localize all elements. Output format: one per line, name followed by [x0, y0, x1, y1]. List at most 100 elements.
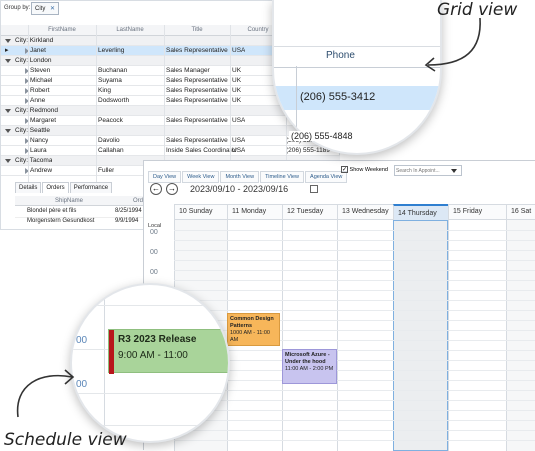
column-header-title[interactable]: Title [164, 25, 230, 36]
table-cell: Davolio [98, 137, 120, 144]
table-cell: Nancy [30, 137, 49, 144]
tab-orders[interactable]: Orders [42, 182, 69, 193]
group-label: City: Seattle [15, 127, 51, 134]
tab-week-view[interactable]: Week View [182, 171, 220, 183]
table-cell: Inside Sales Coordinator [166, 147, 238, 154]
tab-timeline-view[interactable]: Timeline View [260, 171, 305, 183]
hour-line [174, 240, 535, 241]
grid-view-arrow-icon [424, 17, 481, 72]
search-dropdown-icon[interactable] [451, 169, 457, 173]
hour-line [174, 280, 535, 281]
hour-line [174, 300, 535, 301]
table-cell: Sales Manager [166, 67, 210, 74]
detail-row[interactable]: Morgenstern Gesundkost 9/9/1994 [15, 218, 145, 228]
table-cell: USA [232, 117, 246, 124]
collapse-icon[interactable] [5, 59, 11, 63]
hour-line [174, 440, 535, 441]
appointment-common-design-patterns[interactable]: Common Design Patterns 1000 AM - 11:00 A… [227, 313, 280, 346]
detail-orderdate: 8/25/1994 [115, 208, 142, 214]
hour-line [174, 420, 535, 421]
appointment-title: R3 2023 Release [118, 334, 197, 345]
show-weekend-toggle[interactable]: ✓ Show Weekend [341, 166, 388, 173]
table-cell: Andrew [30, 167, 53, 174]
table-cell: Steven [30, 67, 51, 74]
groupby-chip-city[interactable]: City ✕ [31, 2, 60, 15]
day-column[interactable] [337, 220, 393, 451]
table-cell: USA [232, 47, 246, 54]
table-cell: UK [232, 77, 242, 84]
day-column[interactable] [393, 220, 448, 451]
appointment-r3-release[interactable]: R3 2023 Release 9:00 AM - 11:00 [108, 329, 228, 374]
table-row[interactable]: Laura Callahan Inside Sales Coordinator USA… [1, 146, 340, 156]
table-cell: Sales Representative [166, 97, 228, 104]
hour-line [174, 250, 535, 251]
table-cell: UK [232, 67, 242, 74]
appointment-title: Microsoft Azure - Under the hood [285, 352, 330, 365]
hour-line [174, 290, 535, 291]
groupby-remove-icon[interactable]: ✕ [50, 6, 55, 12]
previous-icon[interactable]: ← [150, 183, 162, 195]
column-header-firstname[interactable]: FirstName [28, 25, 96, 36]
tab-performance[interactable]: Performance [69, 182, 113, 193]
detail-header: ShipName Order [15, 196, 148, 206]
tab-month-view[interactable]: Month View [220, 171, 260, 183]
table-cell: Fuller [98, 167, 115, 174]
groupby-chip-label: City [35, 6, 46, 12]
appointment-azure-under-the-hood[interactable]: Microsoft Azure - Under the hood 11:00 A… [282, 349, 337, 384]
tab-day-view[interactable]: Day View [148, 171, 182, 183]
collapse-icon[interactable] [5, 39, 11, 43]
appointment-time: 1000 AM - 11:00 AM [230, 330, 270, 343]
zoom-phone-value-2: (206) 555-4848 [289, 131, 353, 141]
detail-header-shipname[interactable]: ShipName [55, 196, 83, 206]
zoom-time-label: 00 [76, 335, 88, 346]
checkbox-checked-icon[interactable]: ✓ [341, 166, 348, 173]
hour-line [174, 310, 535, 311]
collapse-icon[interactable] [5, 109, 11, 113]
table-cell: Sales Representative [166, 47, 228, 54]
annotation-schedule-view: Schedule view [4, 430, 127, 450]
day-column[interactable] [506, 220, 535, 451]
zoom-phone-header: Phone [326, 50, 355, 61]
table-cell: Dodsworth [98, 97, 130, 104]
day-header[interactable]: 12 Tuesday [282, 204, 337, 220]
day-column[interactable] [448, 220, 506, 451]
detail-row[interactable]: Blondel père et fils 8/25/1994 [15, 208, 145, 218]
table-cell: USA [232, 137, 246, 144]
tab-details[interactable]: Details [15, 182, 42, 193]
day-header[interactable]: 10 Sunday [174, 204, 227, 220]
calendar-icon[interactable] [310, 185, 318, 193]
next-icon[interactable]: → [166, 183, 178, 195]
table-cell: Callahan [98, 147, 124, 154]
time-label: 00 [150, 269, 158, 276]
day-column[interactable] [282, 220, 337, 451]
detail-shipname: Blondel père et fils [27, 208, 77, 214]
schedule-zoom-lens: 00 00 00 R3 2023 Release 9:00 AM - 11:00 [70, 283, 230, 443]
collapse-icon[interactable] [5, 129, 11, 133]
hour-line [174, 270, 535, 271]
day-header[interactable]: 15 Friday [448, 204, 506, 220]
day-header[interactable]: 11 Monday [227, 204, 282, 220]
time-label: 00 [150, 249, 158, 256]
hour-line [174, 260, 535, 261]
hour-line [174, 390, 535, 391]
table-cell: Suyama [98, 77, 122, 84]
collapse-icon[interactable] [5, 159, 11, 163]
groupby-label: Group by: [4, 5, 31, 11]
day-header[interactable]: 13 Wednesday [337, 204, 393, 220]
table-cell: Robert [30, 87, 50, 94]
date-range: 2023/09/10 - 2023/09/16 [190, 184, 289, 194]
day-header[interactable]: 16 Sat [506, 204, 535, 220]
show-weekend-label: Show Weekend [349, 166, 388, 173]
table-cell: Peacock [98, 117, 123, 124]
table-cell: Sales Representative [166, 117, 228, 124]
appointment-status-bar [109, 330, 114, 374]
column-header-lastname[interactable]: LastName [96, 25, 164, 36]
appointment-title: Common Design Patterns [230, 316, 274, 329]
hour-line [174, 410, 535, 411]
group-label: City: Tacoma [15, 157, 53, 164]
table-cell: Sales Representative [166, 87, 228, 94]
group-label: City: Redmond [15, 107, 58, 114]
day-header[interactable]: 14 Thursday [393, 204, 448, 220]
table-cell: UK [232, 87, 242, 94]
detail-orderdate: 9/9/1994 [115, 218, 139, 224]
